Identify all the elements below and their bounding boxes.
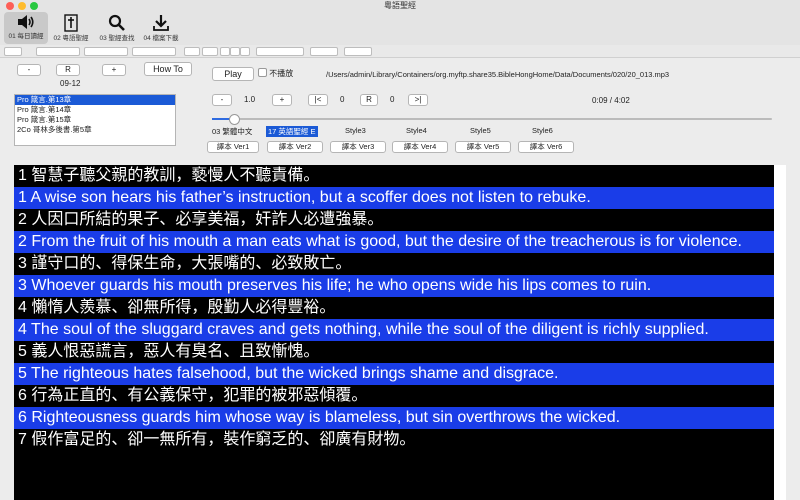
style-2[interactable]: 17 英語聖經 E <box>266 126 318 137</box>
toolbar-label: 02 粵語聖經 <box>53 35 89 42</box>
verse-english: 2 From the fruit of his mouth a man eats… <box>14 231 786 253</box>
playback-time: 0:09 / 4:02 <box>592 96 630 105</box>
verse-chinese: 3 謹守口的、得保生命，大張嘴的、必致敗亡。 <box>14 253 786 275</box>
no-play-checkbox[interactable]: 不播放 <box>258 68 293 79</box>
underline-button[interactable] <box>240 47 250 56</box>
toolbar-label: 01 每日讀經 <box>8 33 44 40</box>
search-icon <box>108 14 125 31</box>
version-6-button[interactable]: 譯本 Ver6 <box>518 141 574 153</box>
list-popup[interactable] <box>344 47 372 56</box>
toolbar-label: 03 聖經查找 <box>99 35 135 42</box>
version-3-button[interactable]: 譯本 Ver3 <box>330 141 386 153</box>
verse-chinese: 7 假作富足的、卻一無所有，裝作窮乏的、卻廣有財物。 <box>14 429 786 451</box>
audio-file-path: /Users/admin/Library/Containers/org.myft… <box>326 70 670 79</box>
loop-end-button[interactable]: >| <box>408 94 428 106</box>
version-1-button[interactable]: 譯本 Ver1 <box>207 141 259 153</box>
alignment-segmented[interactable] <box>256 47 304 56</box>
close-window-button[interactable] <box>6 2 14 10</box>
verse-english: 4 The soul of the sluggard craves and ge… <box>14 319 786 341</box>
loop-start-button[interactable]: |< <box>308 94 328 106</box>
loop-start-value: 0 <box>340 95 345 104</box>
play-button[interactable]: Play <box>212 67 254 81</box>
verse-chinese: 4 懶惰人羨慕、卻無所得，殷勤人必得豐裕。 <box>14 297 786 319</box>
style-1[interactable]: 03 繁體中文 <box>212 126 252 137</box>
toolbar-daily-reading[interactable]: 01 每日讀經 <box>4 12 48 44</box>
highlight-color-well[interactable] <box>202 47 218 56</box>
playback-knob[interactable] <box>228 114 240 125</box>
verse-english: 3 Whoever guards his mouth preserves his… <box>14 275 786 297</box>
style-5[interactable]: Style5 <box>470 126 491 135</box>
chapter-list-item[interactable]: Pro 箴言.第14章 <box>15 105 175 115</box>
checkbox-box[interactable] <box>258 68 267 77</box>
style-4[interactable]: Style4 <box>406 126 427 135</box>
bold-button[interactable] <box>220 47 230 56</box>
bible-text-pane[interactable]: 1 智慧子聽父親的教訓，褻慢人不聽責備。 1 A wise son hears h… <box>14 165 786 500</box>
toolbar-cantonese-bible[interactable]: 02 粵語聖經 <box>50 12 92 44</box>
verse-chinese: 2 人因口所結的果子、必享美福，奸詐人必遭強暴。 <box>14 209 786 231</box>
date-forward-button[interactable]: + <box>102 64 126 76</box>
zoom-window-button[interactable] <box>30 2 38 10</box>
format-bar <box>0 45 800 58</box>
date-reset-button[interactable]: R <box>56 64 80 76</box>
verse-english: 5 The righteous hates falsehood, but the… <box>14 363 786 385</box>
download-icon <box>153 15 169 31</box>
verse-english: 6 Righteousness guards him whose way is … <box>14 407 786 429</box>
bible-book-icon <box>64 14 78 32</box>
font-family-popup[interactable] <box>36 47 80 56</box>
verse-chinese: 6 行為正直的、有公義保守，犯罪的被邪惡傾覆。 <box>14 385 786 407</box>
speaker-icon <box>18 15 34 29</box>
version-5-button[interactable]: 譯本 Ver5 <box>455 141 511 153</box>
typeface-popup[interactable] <box>84 47 128 56</box>
chapter-list-item[interactable]: 2Co 哥林多後書.第5章 <box>15 125 175 135</box>
speed-down-button[interactable]: - <box>212 94 232 106</box>
toolbar: 01 每日讀經 02 粵語聖經 03 聖經查找 04 檔案下載 <box>0 12 800 45</box>
verse-english: 1 A wise son hears his father’s instruct… <box>14 187 786 209</box>
playback-slider[interactable] <box>212 114 772 125</box>
italic-button[interactable] <box>230 47 240 56</box>
paragraph-style-popup[interactable] <box>4 47 22 56</box>
loop-reset-button[interactable]: R <box>360 94 378 106</box>
speed-up-button[interactable]: + <box>272 94 292 106</box>
style-3[interactable]: Style3 <box>345 126 366 135</box>
window-title: 粵語聖經 <box>384 1 416 10</box>
toolbar-bible-search[interactable]: 03 聖經查找 <box>96 12 138 44</box>
verse-chinese: 1 智慧子聽父親的教訓，褻慢人不聽責備。 <box>14 165 786 187</box>
version-2-button[interactable]: 譯本 Ver2 <box>267 141 323 153</box>
style-6[interactable]: Style6 <box>532 126 553 135</box>
title-bar: 粵語聖經 <box>0 0 800 12</box>
no-play-label: 不播放 <box>269 69 294 78</box>
speed-value: 1.0 <box>244 95 256 104</box>
version-4-button[interactable]: 譯本 Ver4 <box>392 141 448 153</box>
text-color-well[interactable] <box>184 47 200 56</box>
reading-date: 09-12 <box>60 79 81 88</box>
date-back-button[interactable]: - <box>17 64 41 76</box>
toolbar-file-download[interactable]: 04 檔案下載 <box>140 12 182 44</box>
text-scrollbar[interactable] <box>774 165 786 500</box>
loop-end-value: 0 <box>390 95 395 104</box>
chapter-list-item[interactable]: Pro 箴言.第15章 <box>15 115 175 125</box>
toolbar-label: 04 檔案下載 <box>143 35 179 42</box>
spacing-popup[interactable] <box>310 47 338 56</box>
chapter-list[interactable]: Pro 箴言.第13章 Pro 箴言.第14章 Pro 箴言.第15章 2Co 哥林多… <box>14 94 176 146</box>
minimize-window-button[interactable] <box>18 2 26 10</box>
verse-chinese: 5 義人恨惡謊言，惡人有臭名、且致慚愧。 <box>14 341 786 363</box>
font-size-popup[interactable] <box>132 47 176 56</box>
chapter-list-item[interactable]: Pro 箴言.第13章 <box>15 95 175 105</box>
howto-button[interactable]: How To <box>144 62 192 76</box>
